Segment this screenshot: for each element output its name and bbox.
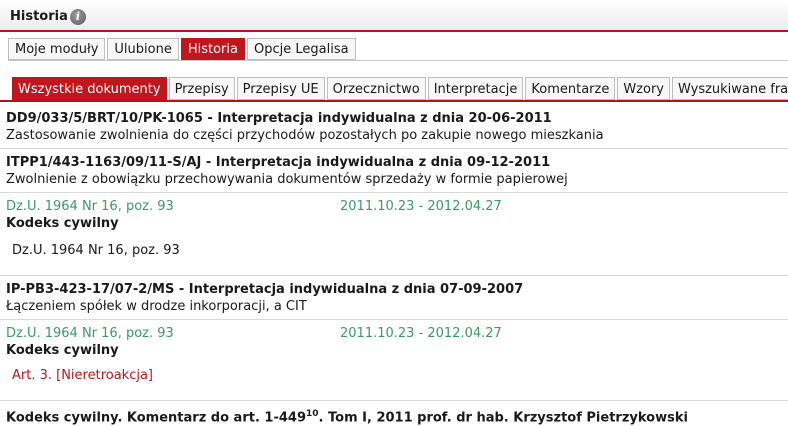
validity-dates: 2011.10.23 - 2012.04.27: [340, 199, 502, 214]
tab-przepisy-ue[interactable]: Przepisy UE: [236, 77, 325, 100]
history-list: DD9/033/5/BRT/10/PK-1065 - Interpretacja…: [0, 110, 788, 426]
item-title[interactable]: Kodeks cywilny. Komentarz do art. 1-4491…: [6, 406, 788, 426]
tab-przepisy[interactable]: Przepisy: [168, 77, 235, 100]
divider: [0, 192, 788, 193]
act-name: Kodeks cywilny: [6, 343, 119, 358]
item-description: Zwolnienie z obowiązku przechowywania do…: [6, 172, 568, 187]
tab-wzory[interactable]: Wzory: [617, 77, 670, 100]
divider: [8, 60, 788, 61]
tabs-underline: [0, 100, 788, 102]
related-act-row: Dz.U. 1964 Nr 16, poz. 93 2011.10.23 - 2…: [0, 325, 788, 342]
act-source[interactable]: Dz.U. 1964 Nr 16, poz. 93: [6, 325, 174, 342]
info-icon[interactable]: i: [70, 9, 86, 25]
tab-wyszukiwane-frazy[interactable]: Wyszukiwane frazy: [672, 77, 788, 100]
item-title[interactable]: ITPP1/443-1163/09/11-S/AJ - Interpretacj…: [6, 154, 788, 171]
list-item[interactable]: DD9/033/5/BRT/10/PK-1065 - Interpretacja…: [0, 110, 788, 144]
document-type-tabs: Wszystkie dokumenty Przepisy Przepisy UE…: [12, 77, 788, 100]
tab-historia[interactable]: Historia: [180, 38, 245, 60]
tab-wszystkie-dokumenty[interactable]: Wszystkie dokumenty: [12, 77, 167, 100]
divider: [0, 319, 788, 320]
divider: [0, 275, 788, 276]
related-act-row: Dz.U. 1964 Nr 16, poz. 93 2011.10.23 - 2…: [0, 198, 788, 215]
list-item[interactable]: IP-PB3-423-17/07-2/MS - Interpretacja in…: [0, 281, 788, 315]
tab-opcje-legalisa[interactable]: Opcje Legalisa: [246, 38, 356, 60]
tab-moje-moduly[interactable]: Moje moduły: [8, 38, 106, 60]
act-reference: Dz.U. 1964 Nr 16, poz. 93: [12, 243, 180, 258]
main-tabs: Moje moduły Ulubione Historia Opcje Lega…: [8, 38, 356, 60]
tab-interpretacje[interactable]: Interpretacje: [427, 77, 524, 100]
item-description: Zastosowanie zwolnienia do części przych…: [6, 128, 604, 143]
divider: [0, 148, 788, 149]
list-item[interactable]: Kodeks cywilny. Komentarz do art. 1-4491…: [0, 406, 788, 426]
tab-ulubione[interactable]: Ulubione: [107, 38, 179, 60]
act-name: Kodeks cywilny: [6, 216, 119, 231]
history-header: Historia i: [0, 0, 788, 32]
item-title[interactable]: IP-PB3-423-17/07-2/MS - Interpretacja in…: [6, 281, 788, 298]
tab-orzecznictwo[interactable]: Orzecznictwo: [326, 77, 426, 100]
validity-dates: 2011.10.23 - 2012.04.27: [340, 326, 502, 341]
act-source[interactable]: Dz.U. 1964 Nr 16, poz. 93: [6, 198, 174, 215]
item-description: Łączeniem spółek w drodze inkorporacji, …: [6, 299, 307, 314]
page-title: Historia: [10, 9, 68, 24]
divider: [0, 400, 788, 401]
tab-komentarze[interactable]: Komentarze: [525, 77, 616, 100]
article-link[interactable]: Art. 3. [Nieretroakcja]: [0, 367, 788, 384]
item-title[interactable]: DD9/033/5/BRT/10/PK-1065 - Interpretacja…: [6, 110, 788, 127]
list-item[interactable]: ITPP1/443-1163/09/11-S/AJ - Interpretacj…: [0, 154, 788, 188]
